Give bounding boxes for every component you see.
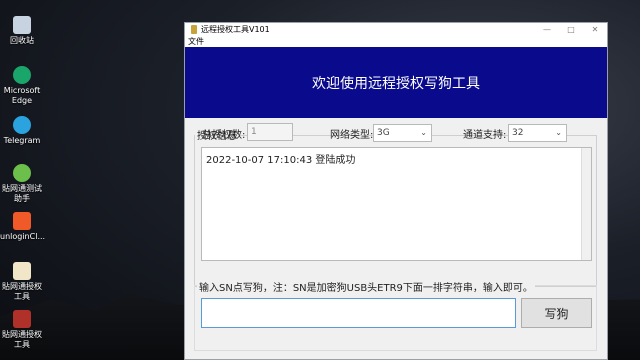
network-type-label: 网络类型: [330,130,374,141]
desktop-icon-label: Telegram [3,136,41,145]
welcome-banner: 欢迎使用远程授权写狗工具 [185,47,607,118]
channel-support-label: 通道支持: [463,130,507,141]
app-icon [13,212,31,230]
desktop-icon-recycle-bin[interactable]: 回收站 [0,16,44,46]
log-scrollbar[interactable] [581,148,591,260]
desktop-icon-label: Microsoft Edge [3,86,41,105]
edge-icon [13,66,31,84]
telegram-icon [13,116,31,134]
sn-input[interactable] [201,298,516,328]
menu-file[interactable]: 文件 [188,37,204,46]
sn-instruction: 输入SN点写狗，注：SN是加密狗USB头ETR9下面一排字符串，输入即可。 [197,279,535,294]
title-bar[interactable]: 远程授权工具V101 — □ ✕ [185,23,607,36]
desktop-icon-edge[interactable]: Microsoft Edge [0,66,44,106]
minimize-button[interactable]: — [535,23,559,36]
chevron-down-icon: ⌄ [420,128,427,137]
app-window: 远程授权工具V101 — □ ✕ 文件 欢迎使用远程授权写狗工具 授权信息 总授… [184,22,608,360]
desktop-icon-label: 貼网通授权工具 [2,282,42,301]
app-icon [191,25,197,34]
total-auth-label: 总授权数: [202,130,246,141]
log-line: 2022-10-07 17:10:43 登陆成功 [206,155,356,166]
network-type-value: 3G [377,128,390,138]
menu-bar: 文件 [185,36,607,47]
close-button[interactable]: ✕ [583,23,607,36]
window-title: 远程授权工具V101 [201,25,270,34]
maximize-button[interactable]: □ [559,23,583,36]
log-area[interactable]: 2022-10-07 17:10:43 登陆成功 [201,147,592,261]
desktop-icon-label: 貼网通授权工具 [2,330,42,349]
desktop-icon-label: 貼网通测试助手 [2,184,42,203]
write-dongle-button[interactable]: 写狗 [521,298,592,328]
desktop-icon-unlogin[interactable]: unloginCl... [0,212,46,242]
chevron-down-icon: ⌄ [555,128,562,137]
archive-icon [13,310,31,328]
channel-support-select[interactable]: 32 ⌄ [508,124,567,142]
desktop-icon-telegram[interactable]: Telegram [0,116,44,146]
document-icon [13,262,31,280]
tool-icon [13,164,31,182]
desktop-icon-label: unloginCl... [0,232,46,241]
network-type-select[interactable]: 3G ⌄ [373,124,432,142]
recycle-bin-icon [13,16,31,34]
desktop-icon-test-tool[interactable]: 貼网通测试助手 [0,164,44,204]
desktop-icon-auth-archive[interactable]: 貼网通授权工具 [0,310,44,350]
desktop-icon-label: 回收站 [10,36,34,45]
total-auth-field: 1 [247,123,293,141]
channel-support-value: 32 [512,128,524,138]
desktop-icon-auth-doc[interactable]: 貼网通授权工具 [0,262,44,302]
